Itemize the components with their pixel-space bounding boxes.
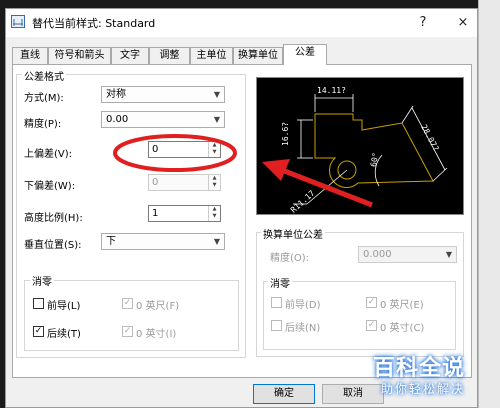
watermark-logo-text: 百科全说 — [373, 356, 466, 381]
highlight-ellipse — [113, 134, 237, 172]
tab-tolerances[interactable]: 公差 — [283, 44, 327, 65]
annotation-overlay — [113, 134, 373, 208]
watermark-slogan: 助你轻松解决 — [381, 382, 466, 396]
red-arrow-icon — [262, 159, 373, 208]
